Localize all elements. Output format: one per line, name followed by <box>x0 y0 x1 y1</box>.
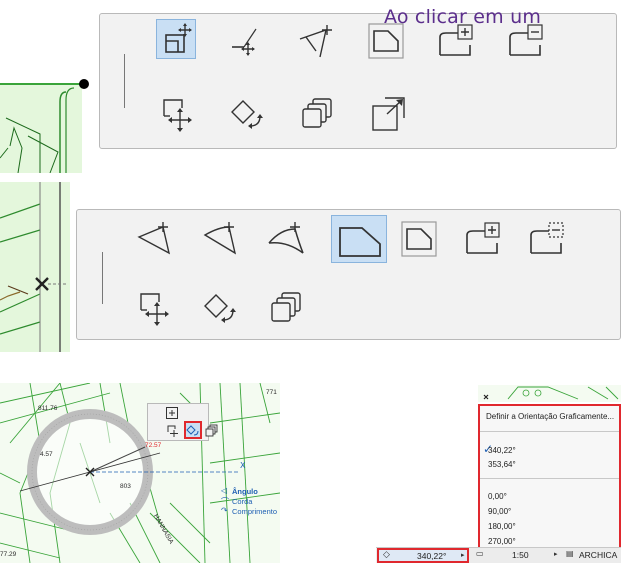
dropdown-arrow-icon: ▸ <box>461 551 465 559</box>
map-label: 77.29 <box>0 551 17 558</box>
layer-icon: ▤ <box>566 549 574 558</box>
polygon-offset-button[interactable] <box>399 219 439 259</box>
drag-button[interactable] <box>158 94 198 134</box>
orientation-dropdown-menu: Definir a Orientação Graficamente... ✓ 3… <box>478 404 621 549</box>
multiply-button[interactable] <box>267 288 307 328</box>
length-legend-icon: ↷ <box>221 506 228 515</box>
subtract-from-polygon-icon <box>530 222 564 254</box>
status-bar: ◇ 340,22° ▸ ▭ 1:50 ▸ ▤ ARCHICA <box>376 547 621 563</box>
menu-divider <box>480 431 619 432</box>
fillet-button[interactable] <box>296 21 336 61</box>
menu-divider <box>480 478 619 479</box>
arc-segment-button[interactable] <box>135 219 175 259</box>
fillet-vertex-icon <box>299 25 332 58</box>
arc-tangent-icon <box>203 222 237 255</box>
ruler-icon: ▭ <box>476 549 484 558</box>
dropdown-arrow-icon[interactable]: ▸ <box>554 550 558 558</box>
map-label: 72.57 <box>145 442 162 449</box>
resize-icon <box>372 97 405 131</box>
orientation-control[interactable]: ◇ 340,22° ▸ <box>377 548 469 563</box>
mini-add-icon[interactable] <box>165 405 179 419</box>
orientation-recent-item[interactable]: 340,22° <box>488 446 516 455</box>
rotate-icon <box>231 100 263 129</box>
rotate-button[interactable] <box>201 288 241 328</box>
offset-edge-button[interactable] <box>156 19 196 59</box>
map-strip-top <box>478 385 621 402</box>
multiply-icon <box>271 292 301 322</box>
drag-button[interactable] <box>135 288 175 328</box>
add-to-polygon-icon <box>466 222 500 254</box>
offset-edge-icon <box>165 23 192 53</box>
orientation-preset-item[interactable]: 270,00° <box>488 537 516 546</box>
caption-text: Ao clicar em um <box>384 6 542 28</box>
map-label: 811.76 <box>38 405 58 412</box>
orientation-value: 340,22° <box>417 551 447 561</box>
resize-button[interactable] <box>368 94 408 134</box>
palette-separator <box>124 54 125 108</box>
orientation-preset-item[interactable]: 0,00° <box>488 492 507 501</box>
arc-tangent-button[interactable] <box>201 219 241 259</box>
set-orientation-graphically[interactable]: Definir a Orientação Graficamente... <box>486 412 614 421</box>
map-label: 4.57 <box>40 451 53 458</box>
orientation-preset-item[interactable]: 180,00° <box>488 522 516 531</box>
mini-drag-icon[interactable] <box>166 423 180 437</box>
add-to-polygon-button[interactable] <box>463 219 503 259</box>
angle-legend-icon: ◁ <box>221 486 228 495</box>
x-axis-label: X <box>240 461 246 470</box>
legend-chord: Corda <box>232 497 253 506</box>
subtract-from-polygon-button[interactable] <box>527 219 567 259</box>
orientation-preset-item[interactable]: 90,00° <box>488 507 511 516</box>
rotate-icon <box>204 294 236 323</box>
map-fragment-middle <box>0 182 70 352</box>
orientation-recent-item[interactable]: 353,64° <box>488 460 516 469</box>
curve-edge-button[interactable] <box>226 21 266 61</box>
rotate-button[interactable] <box>228 94 268 134</box>
drag-icon <box>163 99 192 132</box>
polygon-button-selected[interactable] <box>331 215 387 263</box>
legend-angle: Ângulo <box>232 487 258 496</box>
palette-separator <box>102 252 103 304</box>
arc-curve-button[interactable] <box>267 219 307 259</box>
floor-plan-map: 811.76 4.57 803 72.57 771 HANNASIA 77.29… <box>0 383 280 563</box>
legend-length: Comprimento <box>232 507 278 516</box>
mini-rotate-icon[interactable] <box>184 421 202 439</box>
pet-palette-top <box>99 13 617 149</box>
map-label: 771 <box>266 389 277 396</box>
pet-palette-middle <box>76 209 621 340</box>
multiply-icon <box>302 98 332 128</box>
map-label: 803 <box>120 483 131 490</box>
orientation-icon: ◇ <box>383 550 390 560</box>
polygon-offset-icon <box>401 221 437 257</box>
polygon-shape-icon <box>339 227 381 257</box>
curve-edge-icon <box>232 28 257 56</box>
scale-value[interactable]: 1:50 <box>512 550 529 560</box>
map-fragment-top <box>0 78 92 174</box>
arc-segment-icon <box>137 222 171 255</box>
arc-curve-icon <box>268 222 304 254</box>
layer-set-value[interactable]: ARCHICA <box>579 550 617 560</box>
multiply-button[interactable] <box>298 94 338 134</box>
drag-icon <box>140 293 169 326</box>
mini-multiply-icon[interactable] <box>205 423 219 437</box>
